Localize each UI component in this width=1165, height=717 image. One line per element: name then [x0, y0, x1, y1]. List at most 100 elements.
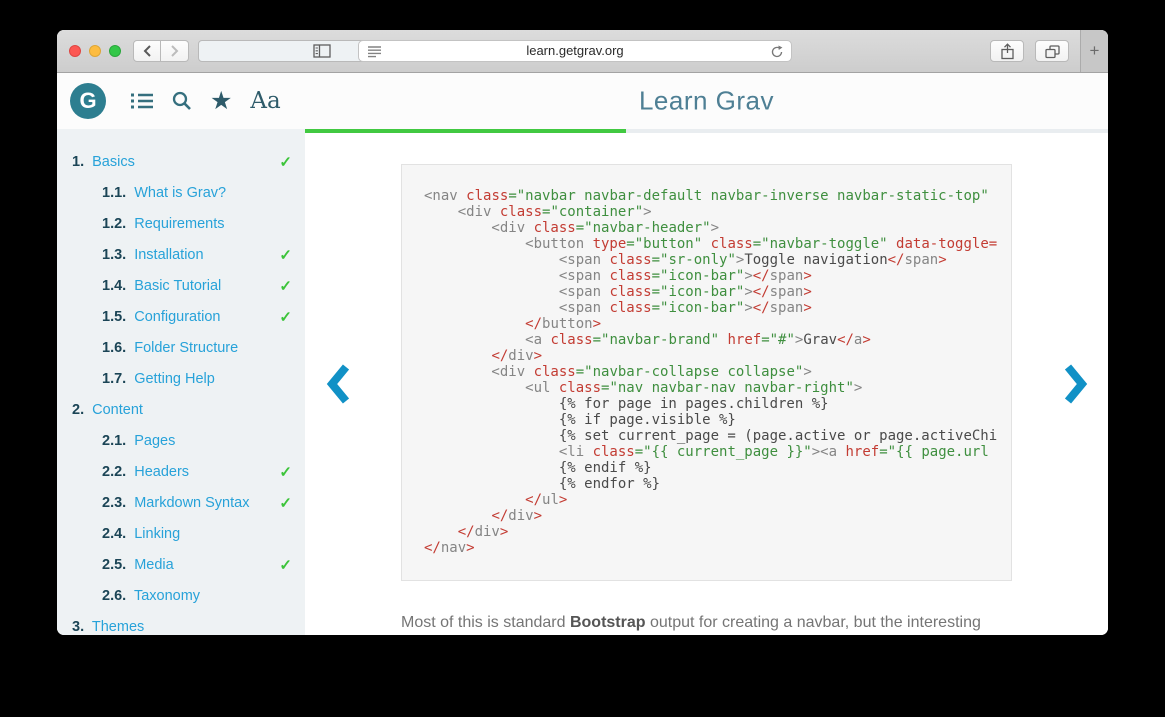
sidebar-item-what-is-grav[interactable]: 1.1. What is Grav?	[57, 178, 305, 209]
sidebar-item-configuration[interactable]: 1.5. Configuration ✓	[57, 302, 305, 333]
chapter-number: 1.1.	[102, 185, 126, 201]
sidebar-item-markdown-syntax[interactable]: 2.3. Markdown Syntax ✓	[57, 488, 305, 519]
reload-icon[interactable]	[770, 44, 784, 59]
new-tab-button[interactable]: +	[1080, 30, 1108, 72]
sidebar-item-basics[interactable]: 1. Basics ✓	[57, 147, 305, 178]
chapter-link[interactable]: Basic Tutorial	[134, 278, 221, 294]
chapter-number: 1.5.	[102, 309, 126, 325]
search-icon[interactable]	[172, 91, 192, 111]
site-header: G ★ Aa Learn Grav	[57, 73, 1108, 129]
chevron-left-icon	[143, 45, 152, 57]
safari-window: learn.getgrav.org	[57, 30, 1108, 635]
code-line: <li class="{{ current_page }}"><a href="…	[424, 444, 1011, 460]
code-line: {% set current_page = (page.active or pa…	[424, 428, 1011, 444]
chapter-number: 1.	[72, 154, 84, 170]
sidebar-item-media[interactable]: 2.5. Media ✓	[57, 550, 305, 581]
chapter-number: 1.7.	[102, 371, 126, 387]
chapter-link[interactable]: Media	[134, 557, 174, 573]
page-body: 1. Basics ✓ 1.1. What is Grav? 1.2. Requ…	[57, 133, 1108, 635]
bookmark-star-icon[interactable]: ★	[210, 89, 232, 114]
sidebar-item-basic-tutorial[interactable]: 1.4. Basic Tutorial ✓	[57, 271, 305, 302]
chapter-number: 2.4.	[102, 526, 126, 542]
chapter-link[interactable]: Basics	[92, 154, 135, 170]
sidebar-item-content[interactable]: 2. Content	[57, 395, 305, 426]
chapter-link[interactable]: Markdown Syntax	[134, 495, 249, 511]
page-title: Learn Grav	[305, 86, 1108, 117]
chapter-link[interactable]: Getting Help	[134, 371, 215, 387]
chapter-number: 2.2.	[102, 464, 126, 480]
chapter-number: 1.6.	[102, 340, 126, 356]
chapter-number: 2.6.	[102, 588, 126, 604]
paragraph-bold: Bootstrap	[570, 614, 646, 631]
sidebar-item-getting-help[interactable]: 1.7. Getting Help	[57, 364, 305, 395]
chapter-number: 2.	[72, 402, 84, 418]
back-button[interactable]	[133, 40, 161, 62]
sidebar-item-installation[interactable]: 1.3. Installation ✓	[57, 240, 305, 271]
sidebar-item-requirements[interactable]: 1.2. Requirements	[57, 209, 305, 240]
code-line: <span class="sr-only">Toggle navigation<…	[424, 252, 1011, 268]
minimize-window-button[interactable]	[89, 45, 101, 57]
plus-icon: +	[1090, 41, 1100, 61]
code-line: </div>	[424, 508, 1011, 524]
share-icon	[1000, 43, 1015, 60]
chapter-link[interactable]: Taxonomy	[134, 588, 200, 604]
sidebar-panel-icon	[313, 44, 331, 58]
code-line: </button>	[424, 316, 1011, 332]
check-icon: ✓	[279, 271, 292, 302]
code-content: <nav class="navbar navbar-default navbar…	[424, 188, 1011, 556]
chapter-link[interactable]: Requirements	[134, 216, 224, 232]
chapter-link[interactable]: Content	[92, 402, 143, 418]
chapter-link[interactable]: Pages	[134, 433, 175, 449]
code-line: <button type="button" class="navbar-togg…	[424, 236, 1011, 252]
share-button[interactable]	[990, 40, 1024, 62]
sidebar-item-linking[interactable]: 2.4. Linking	[57, 519, 305, 550]
sidebar-item-folder-structure[interactable]: 1.6. Folder Structure	[57, 333, 305, 364]
grav-logo[interactable]: G	[70, 83, 106, 119]
chapter-link[interactable]: Linking	[134, 526, 180, 542]
close-window-button[interactable]	[69, 45, 81, 57]
chapter-link[interactable]: Headers	[134, 464, 189, 480]
toc-icon[interactable]	[131, 92, 154, 110]
content-area: <nav class="navbar navbar-default navbar…	[305, 133, 1108, 635]
chapter-link[interactable]: What is Grav?	[134, 185, 226, 201]
chapter-link[interactable]: Installation	[134, 247, 203, 263]
check-icon: ✓	[279, 147, 292, 178]
fullscreen-window-button[interactable]	[109, 45, 121, 57]
chapter-number: 1.3.	[102, 247, 126, 263]
tabs-overview-button[interactable]	[1035, 40, 1069, 62]
sidebar-item-themes[interactable]: 3. Themes	[57, 612, 305, 635]
code-line: <div class="container">	[424, 204, 1011, 220]
code-line: <nav class="navbar navbar-default navbar…	[424, 188, 1011, 204]
check-icon: ✓	[279, 302, 292, 333]
code-line: </div>	[424, 348, 1011, 364]
sidebar-item-taxonomy[interactable]: 2.6. Taxonomy	[57, 581, 305, 612]
sidebar-item-headers[interactable]: 2.2. Headers ✓	[57, 457, 305, 488]
code-line: {% for page in pages.children %}	[424, 396, 1011, 412]
chapter-number: 1.4.	[102, 278, 126, 294]
sidebar-item-pages[interactable]: 2.1. Pages	[57, 426, 305, 457]
url-text: learn.getgrav.org	[359, 41, 791, 61]
chapter-link[interactable]: Themes	[92, 619, 144, 635]
window-controls	[69, 45, 121, 57]
font-size-toggle[interactable]: Aa	[250, 90, 280, 113]
chapter-number: 2.3.	[102, 495, 126, 511]
code-line: </ul>	[424, 492, 1011, 508]
tabs-icon	[1044, 44, 1061, 59]
code-block: <nav class="navbar navbar-default navbar…	[401, 164, 1012, 581]
forward-button[interactable]	[161, 40, 189, 62]
code-line: <ul class="nav navbar-nav navbar-right">	[424, 380, 1011, 396]
chapter-link[interactable]: Folder Structure	[134, 340, 238, 356]
check-icon: ✓	[279, 457, 292, 488]
code-line: {% endfor %}	[424, 476, 1011, 492]
code-line: {% endif %}	[424, 460, 1011, 476]
prev-page-chevron[interactable]	[325, 362, 351, 406]
paragraph-text: output for creating a navbar, but the in…	[646, 614, 981, 631]
code-line: <span class="icon-bar"></span>	[424, 300, 1011, 316]
check-icon: ✓	[279, 488, 292, 519]
chapter-sidebar: 1. Basics ✓ 1.1. What is Grav? 1.2. Requ…	[57, 133, 305, 635]
address-bar[interactable]: learn.getgrav.org	[358, 40, 792, 62]
chapter-link[interactable]: Configuration	[134, 309, 220, 325]
history-nav-buttons	[133, 40, 189, 62]
browser-toolbar: learn.getgrav.org	[57, 30, 1108, 73]
next-page-chevron[interactable]	[1063, 362, 1089, 406]
